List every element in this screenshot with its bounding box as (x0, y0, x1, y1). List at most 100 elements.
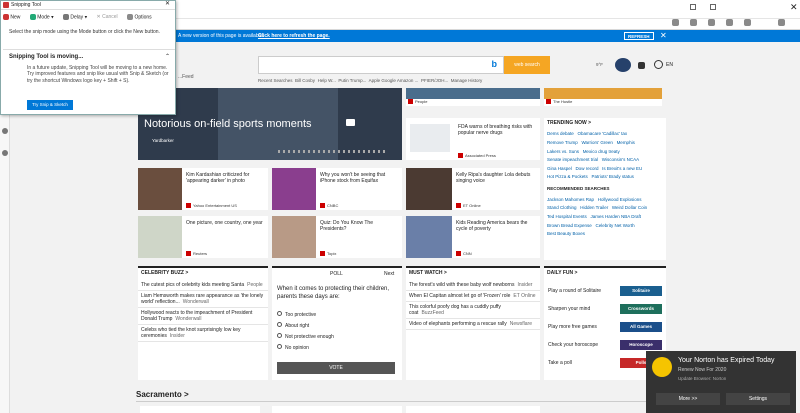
news-card[interactable]: Kelly Ripa's daughter Lola debuts singin… (406, 168, 540, 210)
trending-title[interactable]: TRENDING NOW > (544, 118, 666, 130)
list-item[interactable]: Video of elephants performing a rescue r… (406, 319, 540, 331)
poll-next-link[interactable]: Next (384, 271, 394, 277)
hero-card[interactable]: Notorious on-field sports moments Yardba… (138, 88, 402, 160)
poll-option[interactable]: About right (277, 321, 334, 332)
list-item[interactable]: When El Capitan almost let go of 'Frozen… (406, 291, 540, 303)
recommended-link[interactable]: Jackson Mahomes Rap (547, 197, 594, 203)
related-item[interactable]: Putin Trump... (338, 78, 366, 83)
news-card[interactable] (406, 406, 540, 413)
card-headline[interactable]: One picture, one country, one year (186, 220, 266, 226)
card-headline[interactable]: Why you won't be seeing that iPhone stoc… (320, 172, 400, 185)
trend-link[interactable]: Is Brexit's a new EU (602, 166, 642, 172)
search-input[interactable]: b (258, 56, 504, 74)
vote-button[interactable]: VOTE (277, 362, 395, 374)
trend-link[interactable]: Gina Haspel (547, 166, 572, 172)
snip-options-button[interactable]: Options (127, 14, 152, 21)
settings-icon[interactable] (744, 19, 751, 28)
list-item[interactable]: This colorful poofy dog has a cuddly puf… (406, 302, 540, 320)
celebrity-title[interactable]: CELEBRITY BUZZ > (138, 268, 268, 280)
poll-option[interactable]: No opinion (277, 343, 334, 354)
infobar-close-icon[interactable]: ✕ (660, 31, 667, 41)
poll-option[interactable]: Not protective enough (277, 332, 334, 343)
news-card[interactable]: FDA warns of breathing risks with popula… (406, 118, 540, 160)
hero-title[interactable]: Notorious on-field sports moments (144, 118, 312, 132)
feed-label[interactable]: ...Feed (178, 74, 194, 80)
related-item[interactable]: Help W... (318, 78, 336, 83)
trend-link[interactable]: Senate impeachment trial (547, 157, 598, 163)
region-label[interactable]: EN (666, 62, 673, 68)
norton-settings-button[interactable]: Settings (726, 393, 790, 405)
trend-link[interactable]: Patriots' Brady status (591, 174, 633, 180)
recommended-link[interactable]: Hidden Trailer (580, 205, 608, 211)
collapse-icon[interactable]: ⌃ (165, 54, 170, 62)
carousel-dots[interactable] (278, 150, 388, 153)
maximize-icon[interactable] (710, 4, 716, 10)
trend-link[interactable]: Hot Pizza & Pockets (547, 174, 588, 180)
refresh-button[interactable]: REFRESH (624, 32, 654, 40)
card-headline[interactable]: Kids Reading America bears the cycle of … (456, 220, 538, 233)
recommended-link[interactable]: Best Beauty Boxes (547, 231, 585, 237)
news-card[interactable] (272, 406, 402, 413)
menu-icon[interactable] (778, 19, 785, 28)
trend-link[interactable]: Memphis (617, 140, 635, 146)
recommended-link[interactable]: Celebrity Net Worth (595, 223, 634, 229)
close-icon[interactable]: ✕ (790, 2, 798, 13)
section-title[interactable]: Sacramento > (136, 390, 189, 400)
bookmark-icon[interactable] (672, 19, 679, 28)
snip-mode-button[interactable]: Mode ▾ (29, 14, 54, 21)
news-card[interactable]: One picture, one country, one year Reute… (138, 216, 268, 258)
try-snip-sketch-button[interactable]: Try Snip & Sketch (27, 100, 73, 110)
trend-link[interactable]: Dow record (575, 166, 598, 172)
trend-link[interactable]: Mexico drug treaty (583, 149, 620, 155)
list-item[interactable]: Hollywood reacts to the impeachment of P… (138, 308, 268, 326)
related-item[interactable]: Recent Searches (258, 78, 293, 83)
news-card[interactable]: Why you won't be seeing that iPhone stoc… (272, 168, 402, 210)
news-card[interactable]: People (406, 88, 540, 106)
news-card[interactable]: Kim Kardashian criticized for 'appearing… (138, 168, 268, 210)
card-headline[interactable]: Quiz: Do You Know The Presidents? (320, 220, 400, 233)
recommended-link[interactable]: James Harden NBA Draft (590, 214, 641, 220)
snip-cancel-button[interactable]: ✕ Cancel (96, 14, 117, 20)
snip-delay-button[interactable]: Delay ▾ (63, 14, 87, 21)
list-item[interactable]: The forest's wild with these baby wolf n… (406, 280, 540, 292)
list-item[interactable]: Liam Hemsworth makes rare appearance as … (138, 291, 268, 309)
trend-link[interactable]: Dems debate (547, 131, 574, 137)
related-item[interactable]: PFIER/JOH... (421, 78, 448, 83)
list-item[interactable]: The cutest pics of celebrity kids meetin… (138, 280, 268, 292)
sidebar-settings-icon[interactable] (2, 150, 8, 156)
related-item[interactable]: Apple Google Amazon ... (369, 78, 419, 83)
account-icon[interactable] (690, 19, 697, 28)
recommended-link[interactable]: Weird Dollar Coin (612, 205, 647, 211)
recommended-link[interactable]: Stand Clothing (547, 205, 577, 211)
web-search-button[interactable]: web search (504, 56, 550, 74)
card-headline[interactable]: FDA warns of breathing risks with popula… (458, 124, 536, 137)
list-item[interactable]: Celebs who tied the knot surprisingly lo… (138, 325, 268, 343)
sidebar-history-icon[interactable] (2, 128, 8, 134)
norton-more-button[interactable]: More >> (656, 393, 720, 405)
card-headline[interactable]: Kim Kardashian criticized for 'appearing… (186, 172, 266, 185)
snip-new-button[interactable]: New (3, 14, 20, 21)
recommended-link[interactable]: Brown Bread Expense (547, 223, 592, 229)
snip-close-icon[interactable]: ✕ (165, 1, 170, 9)
news-card[interactable]: Kids Reading America bears the cycle of … (406, 216, 540, 258)
trend-link[interactable]: Lakers vs. Suns (547, 149, 579, 155)
news-card[interactable]: Quiz: Do You Know The Presidents? Topix (272, 216, 402, 258)
recommended-link[interactable]: Ted Hospital Events (547, 214, 587, 220)
recommended-link[interactable]: Hollywood Explosions (598, 197, 642, 203)
related-item[interactable]: Bill Cosby (295, 78, 315, 83)
downloads-icon[interactable] (726, 19, 733, 28)
account-circle-icon[interactable] (654, 60, 663, 69)
minimize-icon[interactable] (690, 4, 696, 10)
trend-link[interactable]: Warriors' Green (581, 140, 612, 146)
related-item[interactable]: Manage History (451, 78, 483, 83)
extensions-icon[interactable] (708, 19, 715, 28)
daily-fun-title[interactable]: DAILY FUN > (544, 268, 666, 280)
news-card[interactable] (140, 406, 260, 413)
trend-link[interactable]: Wisconsin's NCAA (602, 157, 639, 163)
news-card[interactable]: The Hustle (544, 88, 662, 106)
trend-link[interactable]: Remove Trump (547, 140, 578, 146)
daily-fun-item[interactable]: Take a poll Polls (548, 358, 662, 378)
weather-label[interactable]: 9°F (596, 62, 603, 68)
settings-gear-icon[interactable] (638, 62, 645, 71)
card-headline[interactable]: Kelly Ripa's daughter Lola debuts singin… (456, 172, 538, 185)
